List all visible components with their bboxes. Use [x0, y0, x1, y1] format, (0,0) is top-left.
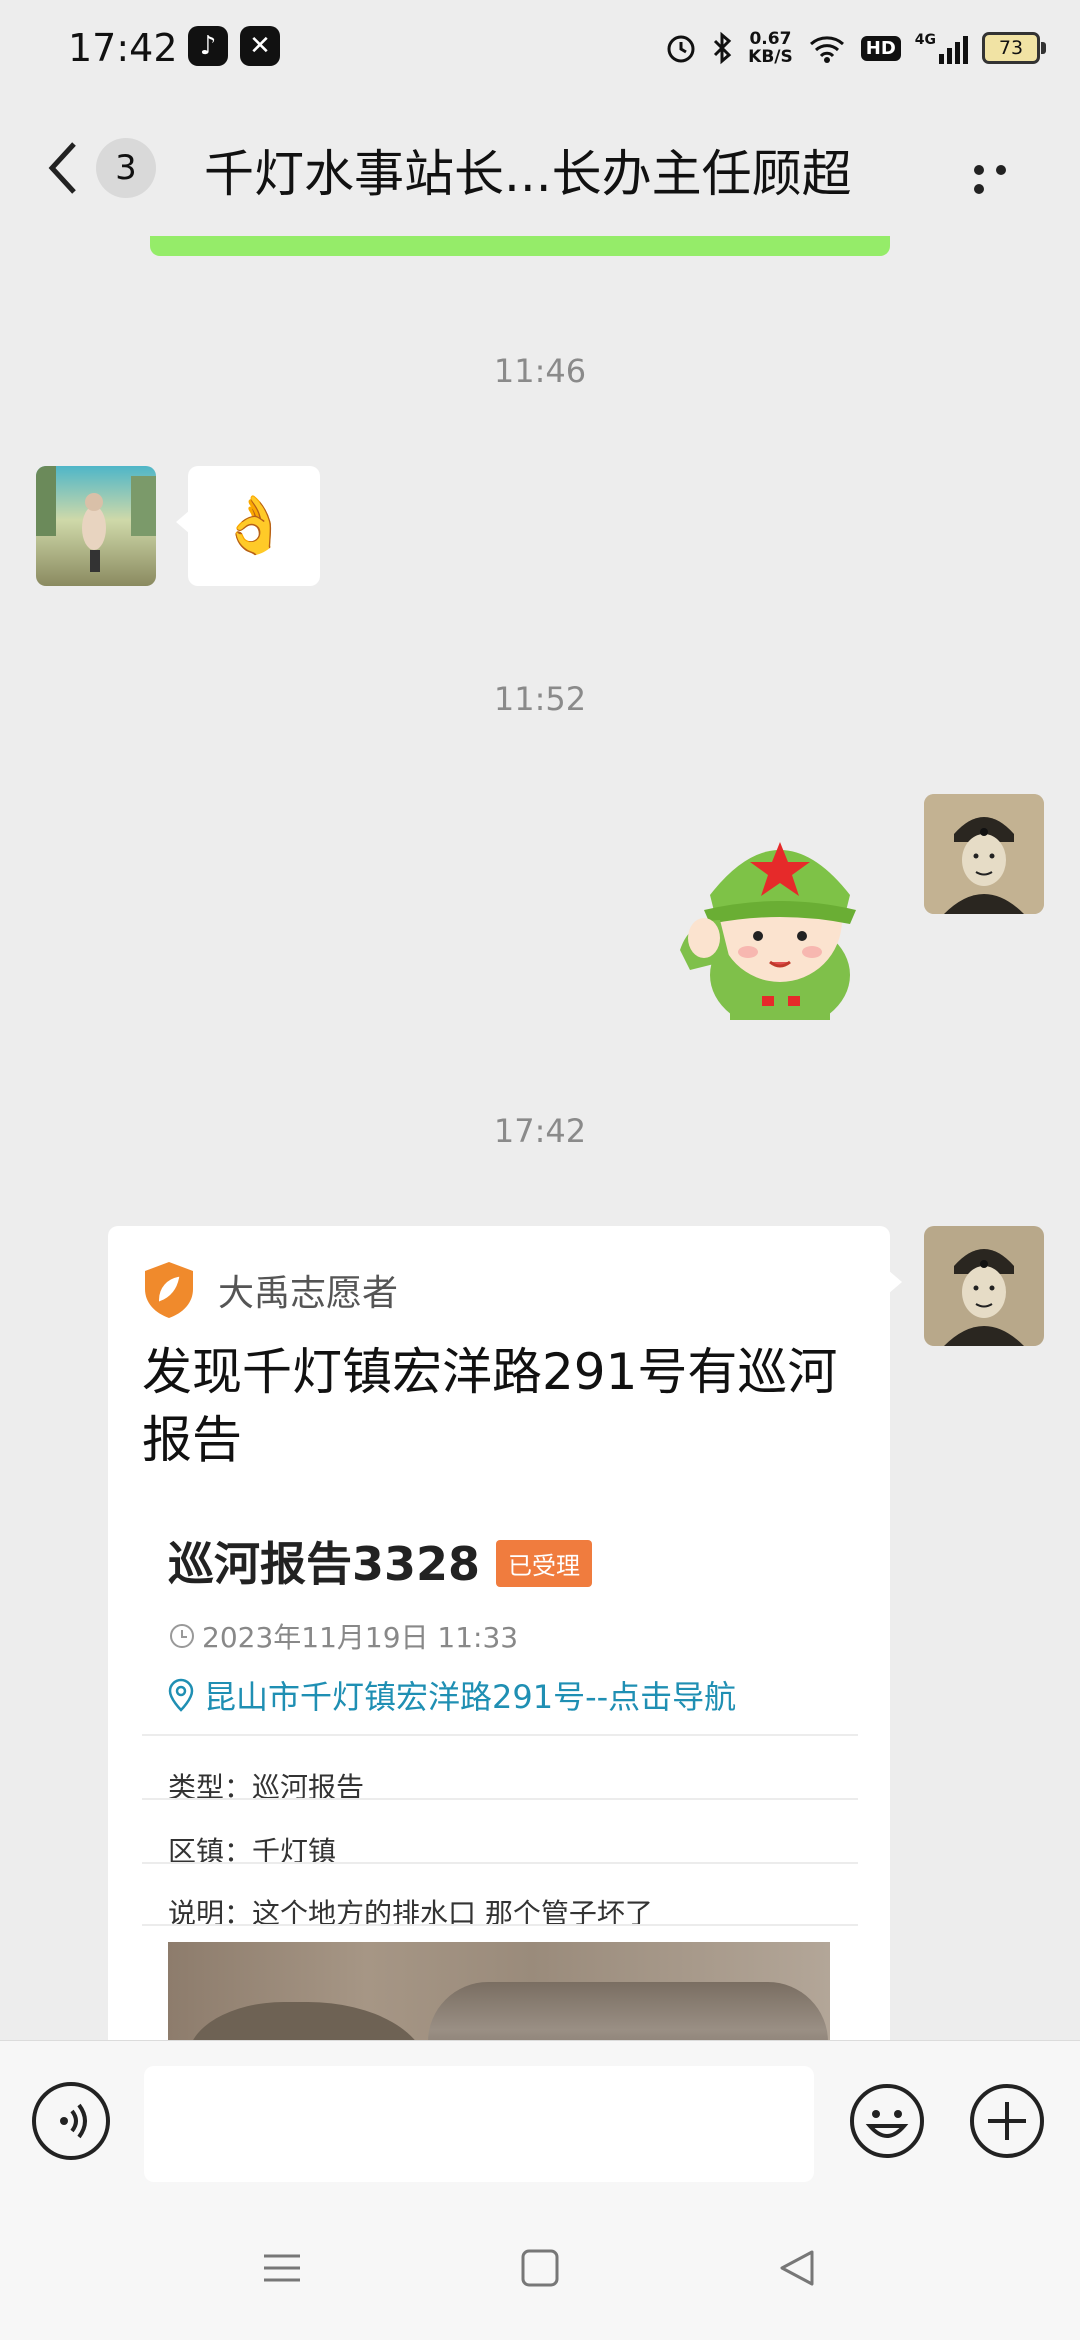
emoji-message-bubble[interactable]: 👌: [176, 466, 320, 586]
contact-avatar[interactable]: [36, 466, 156, 586]
location-pin-icon: [168, 1678, 194, 1712]
status-bar: 17:42 ♪ ✕ 0.67 KB/S HD 4G 73: [0, 0, 1080, 96]
divider: [142, 1798, 858, 1800]
divider: [142, 1734, 858, 1736]
hd-icon: HD: [860, 35, 901, 61]
message-input[interactable]: [144, 2066, 814, 2182]
mini-program-card[interactable]: 大禹志愿者 发现千灯镇宏洋路291号有巡河报告 巡河报告3328 已受理 202…: [108, 1226, 890, 2126]
previous-message-bubble-edge: [150, 236, 890, 256]
report-datetime: 2023年11月19日 11:33: [168, 1616, 518, 1656]
chat-title: 千灯水事站长...长办主任顾超: [204, 145, 852, 203]
clock: 17:42: [68, 26, 178, 70]
cell-signal-icon: 4G: [915, 32, 968, 64]
field-town: 区镇：千灯镇: [168, 1835, 337, 1868]
bubble-tail: [888, 1270, 902, 1294]
more-options-icon[interactable]: [974, 160, 1032, 194]
report-title: 巡河报告3328: [168, 1537, 481, 1591]
my-avatar[interactable]: [924, 1226, 1044, 1346]
tiktok-icon: ♪: [188, 26, 228, 66]
battery-icon: 73: [982, 32, 1046, 64]
more-functions-button[interactable]: [968, 2082, 1046, 2160]
timestamp: 11:52: [493, 680, 587, 718]
menu-icon[interactable]: [252, 2238, 312, 2298]
card-title: 发现千灯镇宏洋路291号有巡河报告: [142, 1343, 838, 1469]
timestamp: 17:42: [493, 1112, 587, 1150]
unread-count-badge[interactable]: 3: [96, 138, 156, 198]
alarm-icon: [667, 35, 695, 63]
divider: [142, 1924, 858, 1926]
network-speed: 0.67 KB/S: [748, 29, 793, 67]
field-type: 类型：巡河报告: [168, 1771, 365, 1804]
bluetooth-icon: [714, 31, 732, 65]
status-icons: 0.67 KB/S HD 4G 73: [664, 24, 1046, 72]
shield-leaf-icon: [145, 1262, 193, 1318]
voice-icon: [60, 2103, 87, 2139]
divider: [142, 1862, 858, 1864]
soldier-salute-sticker[interactable]: [660, 800, 900, 1030]
home-icon[interactable]: [510, 2238, 570, 2298]
back-triangle-icon[interactable]: [768, 2238, 828, 2298]
clock-icon: [170, 1624, 194, 1648]
my-avatar[interactable]: [924, 794, 1044, 914]
back-arrow-icon[interactable]: [46, 138, 80, 198]
wifi-icon: [809, 36, 844, 63]
emoji-button[interactable]: [848, 2082, 926, 2160]
report-location-link[interactable]: 昆山市千灯镇宏洋路291号--点击导航: [168, 1672, 736, 1718]
field-description: 说明：这个地方的排水口 那个管子坏了: [168, 1897, 653, 1930]
card-source: 大禹志愿者: [142, 1260, 398, 1320]
voice-input-button[interactable]: [32, 2082, 110, 2160]
system-navigation-bar: [0, 2190, 1080, 2340]
card-source-name: 大禹志愿者: [218, 1273, 399, 1314]
capcut-icon: ✕: [240, 26, 280, 66]
timestamp: 11:46: [493, 352, 587, 390]
status-badge: 已受理: [496, 1540, 592, 1587]
